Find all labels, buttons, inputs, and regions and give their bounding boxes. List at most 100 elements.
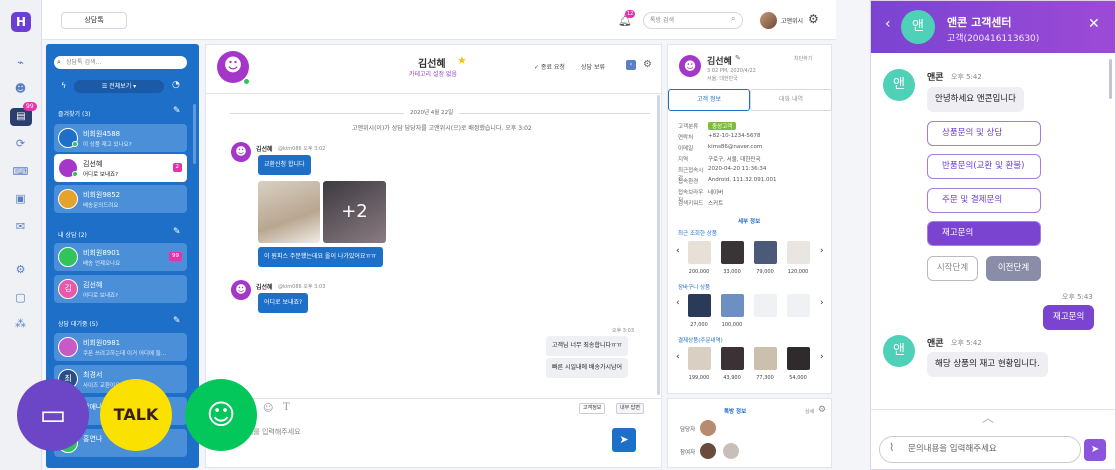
end-request-button[interactable]: ✓ 종료 요청 <box>534 62 565 71</box>
chevron-left-icon[interactable]: ‹ <box>676 246 680 256</box>
text-format-icon[interactable]: T <box>283 402 290 413</box>
product-thumbnail[interactable] <box>787 241 810 264</box>
option-button[interactable]: 주문 및 결제문의 <box>927 188 1041 213</box>
product-thumbnail <box>787 294 810 317</box>
mail-icon[interactable]: ✉ <box>12 220 29 233</box>
keyboard-icon[interactable]: ⌨ <box>12 165 29 178</box>
send-button[interactable]: ➤ <box>612 428 636 452</box>
hold-button[interactable]: 상담 보류 <box>581 62 605 71</box>
room-search-input[interactable]: 톡방 검색 <box>643 12 743 29</box>
message-meta: @kim086 오후 3:03 <box>278 284 326 290</box>
list-item[interactable]: 비회원0981 쿠폰 쓰려고하는데 이거 어디에 들... <box>54 333 187 361</box>
chevron-up-icon[interactable]: ︿ <box>982 409 994 426</box>
product-thumbnail[interactable] <box>688 347 711 370</box>
option-button[interactable]: 반품문의(교환 및 환불) <box>927 154 1041 179</box>
bolt-icon[interactable]: ϟ <box>61 81 66 90</box>
app-logo[interactable]: H <box>11 12 31 32</box>
list-item-msg: 어디로 보내죠? <box>83 293 119 299</box>
list-item[interactable]: 김선혜 어디로 보내죠? 2 <box>54 154 187 182</box>
gear-icon[interactable]: ⚙ <box>818 405 826 415</box>
product-thumbnail[interactable] <box>787 347 810 370</box>
section-title: 상담 대기중 (5) <box>58 321 98 328</box>
chevron-left-icon[interactable]: ‹ <box>676 298 680 308</box>
naver-talk-button[interactable]: ☺ <box>185 379 257 451</box>
list-item-name: 최경서 <box>83 371 103 379</box>
prev-step-button[interactable]: 이전단계 <box>986 256 1041 281</box>
kakaotalk-button[interactable]: TALK <box>100 379 172 451</box>
chevron-left-icon[interactable]: ‹ <box>676 352 680 362</box>
list-item-name: 김선혜 <box>83 281 103 289</box>
speech-bubble-icon: ▭ <box>39 398 67 431</box>
product-thumbnail[interactable] <box>754 347 777 370</box>
customer-info-button[interactable]: 고객정보 <box>579 403 606 414</box>
start-step-button[interactable]: 시작단계 <box>927 256 978 281</box>
settings-icon[interactable]: ⚙ <box>12 263 29 276</box>
avatar <box>723 443 739 459</box>
message-bubble: 이 원피스 주문했는데요 올이 나가있어요ㅠㅠ <box>258 247 383 267</box>
photo-thumbnail[interactable] <box>258 181 320 243</box>
gear-icon[interactable]: ⚙ <box>643 59 652 70</box>
tab-history[interactable]: 대화 내역 <box>750 89 832 111</box>
user-name[interactable]: 고앤위시 <box>781 16 803 25</box>
chat-panel: ☻ 김선혜 ★ 카테고리 설정 없음 ✓ 종료 요청 상담 보류 ‹ ⚙ 202… <box>205 44 662 468</box>
edit-icon[interactable]: ✎ <box>735 54 741 62</box>
edit-icon[interactable]: ✎ <box>173 106 181 116</box>
back-icon[interactable]: ‹ <box>885 16 891 32</box>
send-button[interactable]: ➤ <box>1084 439 1106 461</box>
avatar: 김 <box>58 279 78 299</box>
info-row: 연락처 +82-10-1234-5678 <box>678 133 761 141</box>
product-thumbnail[interactable] <box>721 294 744 317</box>
product-price: 100,000 <box>721 322 743 328</box>
star-icon[interactable]: ★ <box>457 54 467 67</box>
detail-link[interactable]: 상세 <box>805 408 814 415</box>
search-icon[interactable]: ⌕ <box>731 14 735 24</box>
share-icon[interactable]: ‹ <box>626 60 636 70</box>
product-thumbnail[interactable] <box>721 241 744 264</box>
filter-select[interactable]: ☰ 전체보기 ▾ <box>74 80 164 93</box>
attach-icon[interactable]: ⌇ <box>889 441 894 454</box>
list-item-msg: 배송 언제오나요 <box>83 261 121 267</box>
chevron-right-icon[interactable]: › <box>820 298 824 308</box>
option-button[interactable]: 상품문의 및 상담 <box>927 121 1041 146</box>
internal-reply-button[interactable]: 내부 답변 <box>616 403 644 414</box>
chevron-right-icon[interactable]: › <box>820 352 824 362</box>
photo-more[interactable]: +2 <box>323 181 386 243</box>
inquiry-input[interactable]: 문의내용을 입력해주세요 <box>879 436 1081 463</box>
list-search-input[interactable]: 상담톡 검색... <box>54 56 187 69</box>
product-thumbnail[interactable] <box>688 294 711 317</box>
screen-icon[interactable]: ▣ <box>12 192 29 205</box>
block-button[interactable]: 차단하기 <box>794 55 812 62</box>
gear-icon[interactable]: ⚙ <box>808 12 819 26</box>
chat-channel-button[interactable]: ▭ <box>17 379 89 451</box>
emoji-icon[interactable]: ☺ <box>263 403 273 414</box>
scrollbar[interactable] <box>193 104 196 164</box>
profile-icon[interactable]: ▢ <box>12 291 29 304</box>
close-icon[interactable]: ✕ <box>1088 16 1100 32</box>
list-item-msg: 어디로 보내죠? <box>83 172 119 178</box>
chevron-right-icon[interactable]: › <box>820 246 824 256</box>
avatar[interactable] <box>760 12 777 29</box>
chart-icon[interactable]: ⌁ <box>12 56 29 69</box>
history-icon[interactable]: ◔ <box>172 80 180 90</box>
edit-icon[interactable]: ✎ <box>173 227 181 237</box>
product-price: 54,000 <box>789 375 807 381</box>
network-icon[interactable]: ⁂ <box>12 317 29 330</box>
tab-customer-info[interactable]: 고객 정보 <box>668 89 750 111</box>
chat-category[interactable]: 카테고리 설정 없음 <box>409 69 457 78</box>
product-thumbnail[interactable] <box>754 241 777 264</box>
option-button-selected[interactable]: 재고문의 <box>927 221 1041 246</box>
scrollbar[interactable] <box>657 95 660 395</box>
tab-consult[interactable]: 상담톡 <box>61 12 127 29</box>
customer-location: 서울, 대한민국 <box>707 76 738 82</box>
list-item[interactable]: 비회원8901 배송 언제오나요 99 <box>54 243 187 271</box>
scrollbar[interactable] <box>1109 59 1112 99</box>
product-thumbnail[interactable] <box>721 347 744 370</box>
list-item[interactable]: 비회원9852 배송문의드려요 <box>54 185 187 213</box>
list-item[interactable]: 김 김선혜 어디로 보내죠? <box>54 275 187 303</box>
info-row: 접속환경 Android, 111.32.091.001 <box>678 177 777 185</box>
users-icon[interactable]: ☻ <box>12 82 29 95</box>
sync-icon[interactable]: ⟳ <box>12 137 29 150</box>
edit-icon[interactable]: ✎ <box>173 316 181 326</box>
list-item[interactable]: 비회원4588 이 상품 재고 있나요? <box>54 124 187 152</box>
product-thumbnail[interactable] <box>688 241 711 264</box>
